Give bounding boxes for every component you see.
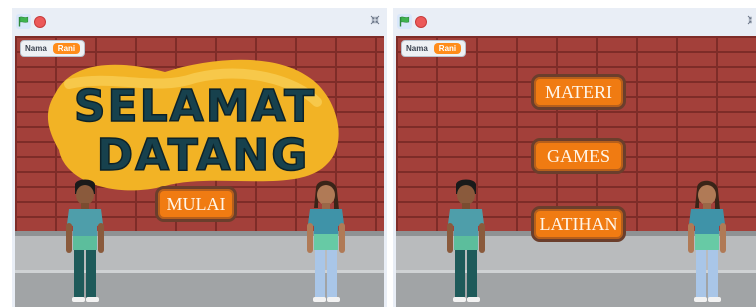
stop-icon[interactable] <box>34 15 46 28</box>
girl-character <box>688 180 726 302</box>
title-line-1: SELAMAT <box>74 81 316 132</box>
boy-character <box>66 179 104 302</box>
stage-canvas-right[interactable]: Nama Rani MATERI GAMES LATIHAN <box>396 36 756 307</box>
stage-canvas-left[interactable]: Nama Rani SELAMAT DATANG MULAI <box>15 36 384 307</box>
variable-name: Nama <box>406 44 428 53</box>
variable-monitor: Nama Rani <box>401 40 467 57</box>
stage-panel-right: Nama Rani MATERI GAMES LATIHAN <box>393 8 756 307</box>
green-flag-icon <box>399 16 410 27</box>
fullscreen-icon[interactable] <box>746 15 756 27</box>
variable-name: Nama <box>25 44 47 53</box>
variable-value: Rani <box>433 43 462 54</box>
green-flag-button[interactable] <box>397 14 412 29</box>
title-line-2: DATANG <box>97 130 310 181</box>
green-flag-icon <box>18 16 29 27</box>
variable-value: Rani <box>52 43 81 54</box>
games-button[interactable]: GAMES <box>531 138 626 174</box>
green-flag-button[interactable] <box>16 14 31 29</box>
boy-character <box>447 179 485 302</box>
latihan-button[interactable]: LATIHAN <box>531 206 626 242</box>
stage-toolbar <box>12 8 387 35</box>
fullscreen-icon[interactable] <box>369 15 381 27</box>
materi-button[interactable]: MATERI <box>531 74 626 110</box>
stage-toolbar <box>393 8 756 35</box>
girl-character <box>307 180 345 302</box>
stop-icon[interactable] <box>415 15 427 28</box>
stage-panel-left: Nama Rani SELAMAT DATANG MULAI <box>12 8 387 307</box>
start-button[interactable]: MULAI <box>155 186 237 222</box>
